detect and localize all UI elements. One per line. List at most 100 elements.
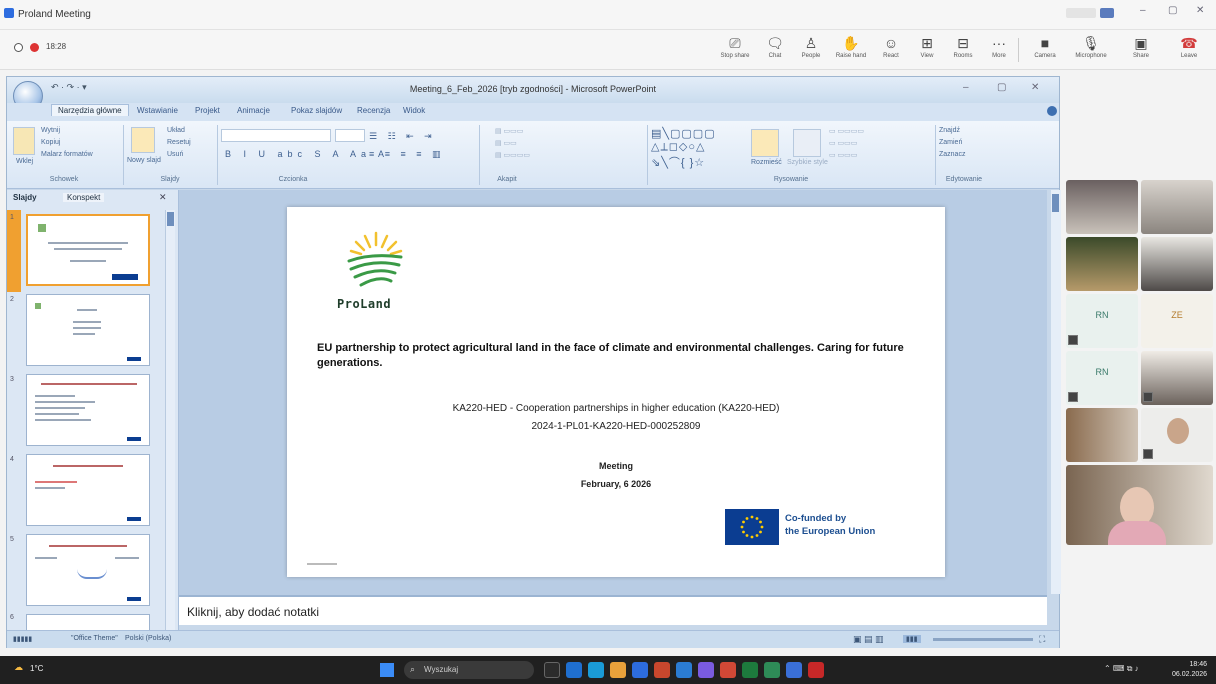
stop-share-button[interactable]: ⎚ Stop share	[718, 33, 752, 67]
powerpoint-icon[interactable]	[654, 662, 670, 678]
slide-thumbnail-6[interactable]	[26, 614, 150, 630]
quick-styles-button[interactable]: Szybkie style	[787, 159, 831, 166]
quick-styles-icon[interactable]	[793, 129, 821, 157]
pane-close-icon[interactable]: ✕	[159, 192, 167, 203]
mail-icon[interactable]	[720, 662, 736, 678]
tab-animations[interactable]: Animacje	[237, 106, 270, 115]
scroll-thumb[interactable]	[1052, 194, 1059, 212]
slide-thumbnail-5[interactable]	[26, 534, 150, 606]
teams-icon[interactable]	[698, 662, 714, 678]
active-speaker-video[interactable]	[1066, 465, 1213, 545]
excel-icon[interactable]	[742, 662, 758, 678]
text-direction-button[interactable]: ▤ ▭▭▭	[495, 127, 523, 135]
align-buttons[interactable]: ≡ ≡ ≡ ≡ ▥	[369, 149, 445, 160]
weather-icon[interactable]: ☁	[14, 662, 23, 673]
tab-slides[interactable]: Slajdy	[13, 193, 37, 202]
format-painter-button[interactable]: Malarz formatów	[41, 151, 93, 158]
fit-to-window-icon[interactable]: ⛶	[1039, 634, 1045, 645]
delete-slide-button[interactable]: Usuń	[167, 151, 183, 158]
taskbar-clock[interactable]: 18:46 06.02.2026	[1172, 660, 1207, 680]
tab-slideshow[interactable]: Pokaz slajdów	[291, 106, 342, 115]
chat-button[interactable]: 🗨 Chat	[758, 33, 792, 67]
font-format-buttons[interactable]: B I U abc S A Aa A	[225, 149, 389, 159]
layout-button[interactable]: Układ	[167, 127, 185, 134]
task-view-icon[interactable]	[544, 662, 560, 678]
slide-scrollbar[interactable]	[1051, 190, 1061, 594]
paste-button[interactable]: Wklej	[16, 158, 33, 165]
participant-video-tile[interactable]	[1066, 408, 1138, 462]
arrange-icon[interactable]	[751, 129, 779, 157]
align-text-button[interactable]: ▤ ▭▭	[495, 139, 517, 147]
current-slide[interactable]: ProLand EU partnership to protect agricu…	[287, 207, 945, 577]
list-buttons[interactable]: ☰ ☷ ⇤ ⇥	[369, 131, 436, 142]
view-buttons[interactable]: ▣ ▤ ▥	[853, 634, 884, 645]
participant-video-tile[interactable]	[1141, 408, 1213, 462]
view-button[interactable]: ⊞ View	[910, 33, 944, 67]
microphone-button[interactable]: 🎙 Microphone	[1074, 33, 1108, 67]
shapes-gallery[interactable]: ▤╲▢▢▢▢ △⟂◻◇○△ ⇘╲⌒{ }☆	[651, 127, 716, 170]
participant-video-tile[interactable]	[1141, 180, 1213, 234]
share-screen-button[interactable]: ▣ Share	[1124, 33, 1158, 67]
layout-icon[interactable]	[1100, 8, 1114, 18]
cut-button[interactable]: Wytnij	[41, 127, 60, 134]
quick-access-toolbar[interactable]: ↶ · ↷ · ▾	[51, 82, 87, 93]
people-button[interactable]: ♙ People	[794, 33, 828, 67]
new-slide-button[interactable]: Nowy slajd	[127, 157, 163, 164]
camera-button[interactable]: ■ Camera	[1028, 33, 1062, 67]
copy-button[interactable]: Kopiuj	[41, 139, 60, 146]
maximize-icon[interactable]: ▢	[1168, 5, 1177, 16]
participant-tile-no-video[interactable]: ZE	[1141, 294, 1213, 348]
ppt-minimize-icon[interactable]: –	[963, 82, 969, 93]
tab-home[interactable]: Narzędzia główne	[51, 104, 129, 116]
new-slide-icon[interactable]	[131, 127, 155, 153]
outlook-icon[interactable]	[786, 662, 802, 678]
edge-icon[interactable]	[588, 662, 604, 678]
chrome-icon[interactable]	[610, 662, 626, 678]
raise-hand-button[interactable]: ✋ Raise hand	[834, 33, 868, 67]
rooms-button[interactable]: ⊟ Rooms	[946, 33, 980, 67]
react-button[interactable]: ☺ React	[874, 33, 908, 67]
minimize-icon[interactable]: –	[1140, 5, 1146, 16]
reset-button[interactable]: Resetuj	[167, 139, 191, 146]
font-family-select[interactable]	[221, 129, 331, 142]
more-button[interactable]: ··· More	[982, 33, 1016, 67]
zoom-icon[interactable]	[632, 662, 648, 678]
file-explorer-icon[interactable]	[566, 662, 582, 678]
ppt-maximize-icon[interactable]: ▢	[997, 82, 1006, 93]
replace-button[interactable]: Zamień	[939, 139, 962, 146]
ppt-close-icon[interactable]: ✕	[1031, 82, 1039, 93]
shape-outline-button[interactable]: ▭ ▭▭▭	[829, 139, 857, 147]
app-icon[interactable]	[764, 662, 780, 678]
paste-icon[interactable]	[13, 127, 35, 155]
slide-thumbnail-4[interactable]	[26, 454, 150, 526]
smartart-button[interactable]: ▤ ▭▭▭▭	[495, 151, 530, 159]
shield-icon[interactable]	[14, 43, 23, 52]
shape-effects-button[interactable]: ▭ ▭▭▭	[829, 151, 857, 159]
find-button[interactable]: Znajdź	[939, 127, 960, 134]
select-button[interactable]: Zaznacz	[939, 151, 965, 158]
arrange-button[interactable]: Rozmieść	[751, 159, 782, 166]
slide-thumbnail-1[interactable]	[26, 214, 150, 286]
participant-video-tile[interactable]	[1141, 351, 1213, 405]
participant-video-tile[interactable]	[1066, 180, 1138, 234]
zoom-slider[interactable]	[933, 638, 1033, 641]
font-size-select[interactable]	[335, 129, 365, 142]
slide-thumbnail-2[interactable]	[26, 294, 150, 366]
tab-outline[interactable]: Konspekt	[63, 193, 105, 202]
notes-pane[interactable]: Kliknij, aby dodać notatki	[179, 595, 1047, 625]
participant-tile-no-video[interactable]: RN	[1066, 294, 1138, 348]
tab-review[interactable]: Recenzja	[357, 106, 390, 115]
close-icon[interactable]: ✕	[1196, 5, 1204, 16]
acrobat-icon[interactable]	[808, 662, 824, 678]
tab-design[interactable]: Projekt	[195, 106, 220, 115]
tab-view[interactable]: Widok	[403, 106, 425, 115]
participant-tile-no-video[interactable]: RN	[1066, 351, 1138, 405]
tray-icons[interactable]: ⌃ ⌨ ⧉ ♪	[1104, 664, 1139, 674]
zoom-level[interactable]: ▮▮▮	[903, 635, 921, 643]
participant-video-tile[interactable]	[1141, 237, 1213, 291]
pane-scrollbar[interactable]	[165, 210, 175, 630]
word-icon[interactable]	[676, 662, 692, 678]
taskbar-search[interactable]: ⌕ Wyszukaj	[404, 661, 534, 679]
tab-insert[interactable]: Wstawianie	[137, 106, 178, 115]
participant-video-tile[interactable]	[1066, 237, 1138, 291]
